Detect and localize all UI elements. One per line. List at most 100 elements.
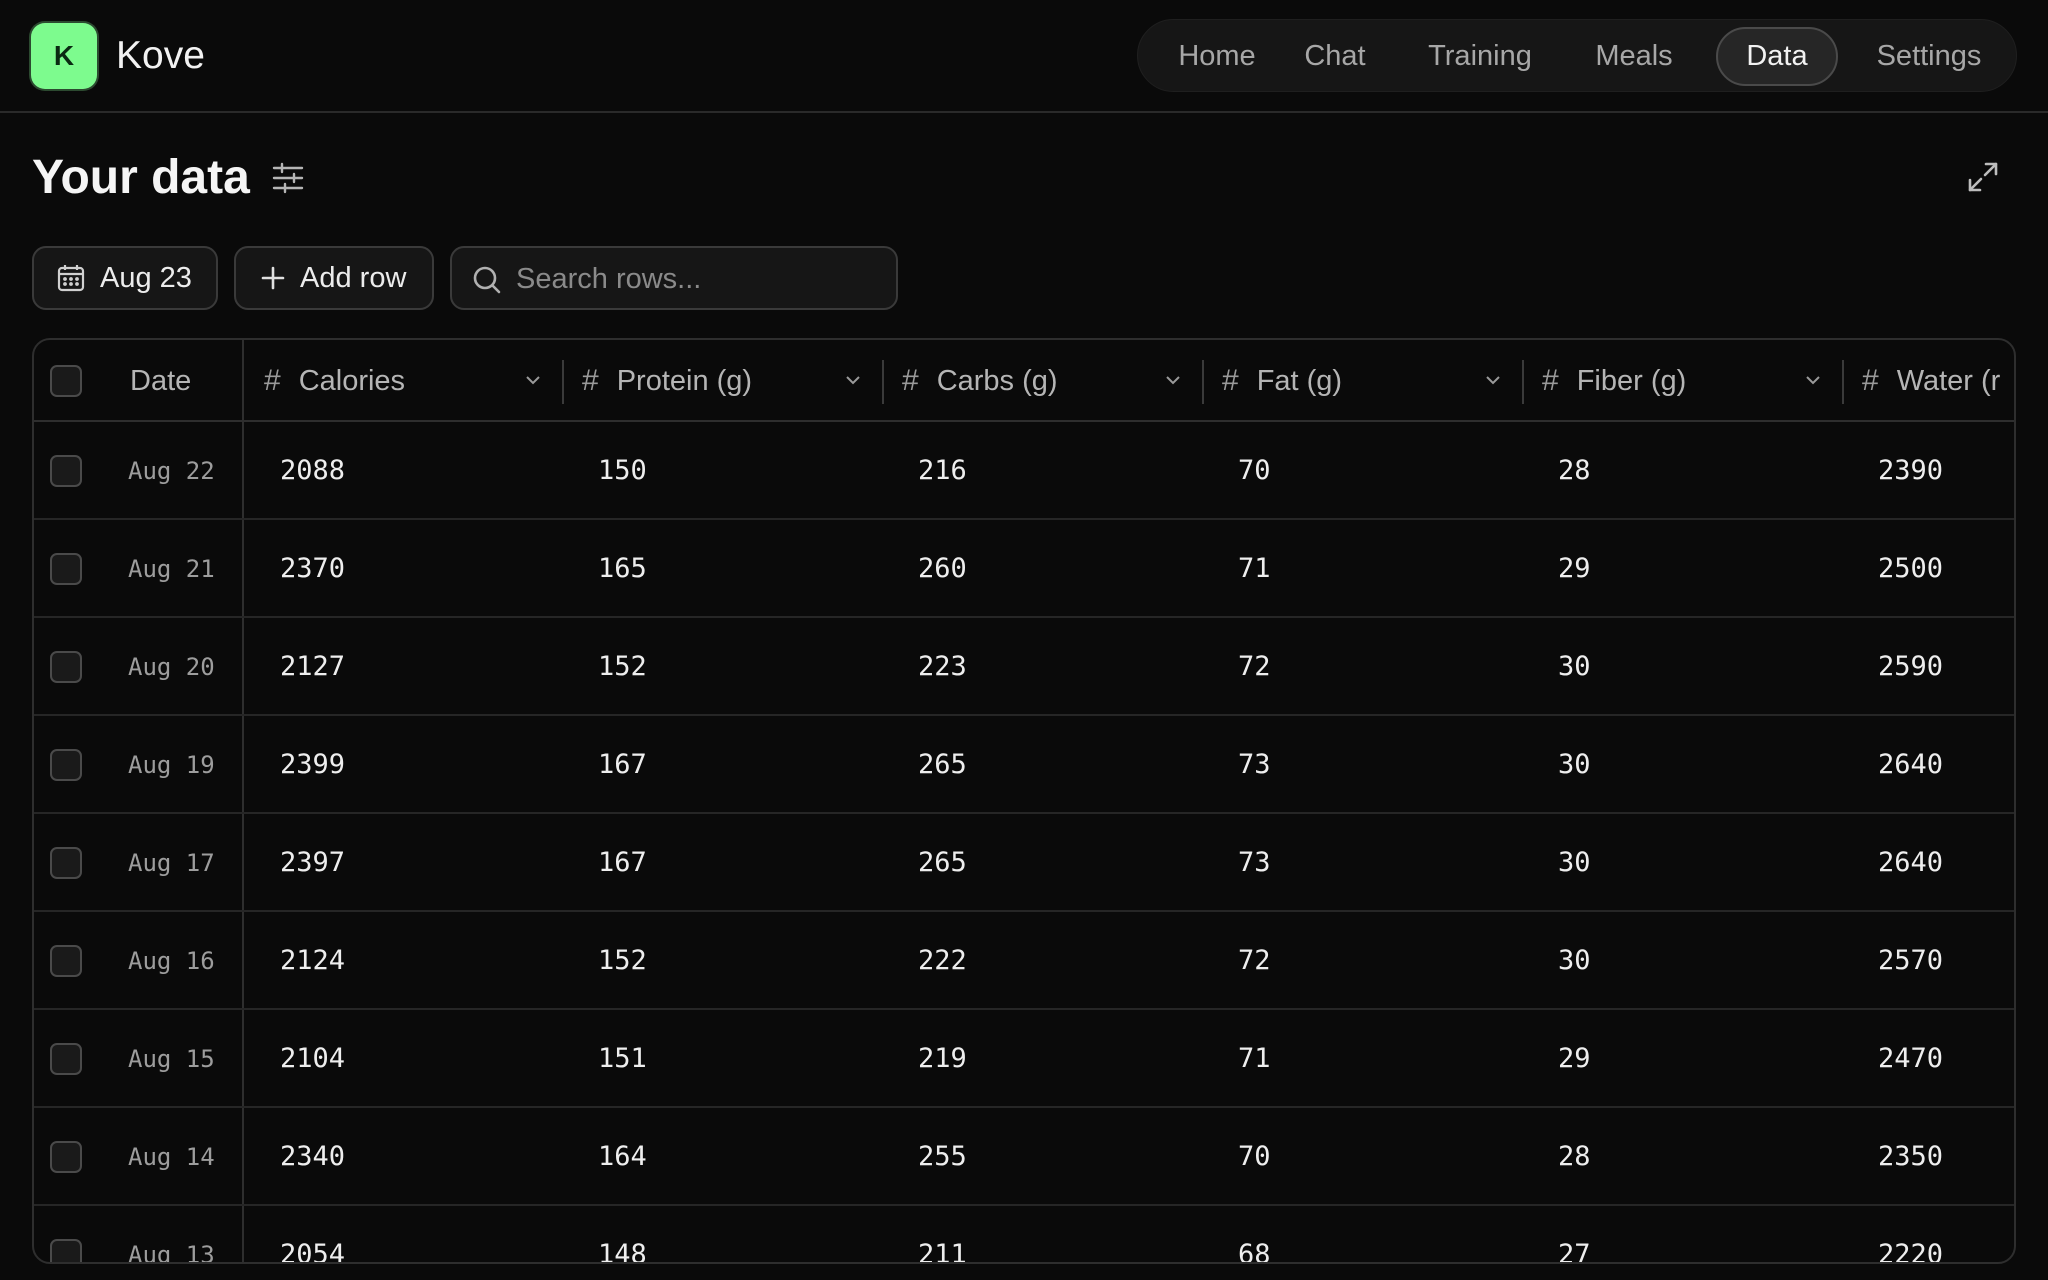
table-cell[interactable]: 30 bbox=[1558, 618, 1591, 716]
row-checkbox[interactable] bbox=[50, 1043, 82, 1075]
table-cell[interactable]: 2127 bbox=[280, 618, 345, 716]
row-checkbox[interactable] bbox=[50, 847, 82, 879]
table-cell[interactable]: 2500 bbox=[1878, 520, 1943, 618]
table-row[interactable]: Aug 15 2104 151 219 71 29 2470 bbox=[34, 1010, 2014, 1108]
table-cell[interactable]: 72 bbox=[1238, 912, 1271, 1010]
table-cell[interactable]: 152 bbox=[598, 912, 647, 1010]
nav-training[interactable]: Training bbox=[1400, 27, 1560, 86]
chevron-down-icon[interactable] bbox=[1164, 371, 1182, 389]
header-date[interactable]: Date bbox=[130, 340, 191, 422]
nav-data[interactable]: Data bbox=[1716, 27, 1838, 86]
table-cell[interactable]: 216 bbox=[918, 422, 967, 520]
add-row-button[interactable]: Add row bbox=[234, 246, 434, 310]
table-cell[interactable]: 27 bbox=[1558, 1206, 1591, 1262]
table-row[interactable]: Aug 17 2397 167 265 73 30 2640 bbox=[34, 814, 2014, 912]
table-cell[interactable]: 222 bbox=[918, 912, 967, 1010]
table-cell[interactable]: 2640 bbox=[1878, 716, 1943, 814]
table-cell[interactable]: 219 bbox=[918, 1010, 967, 1108]
table-cell[interactable]: 71 bbox=[1238, 520, 1271, 618]
column-divider[interactable] bbox=[882, 360, 884, 404]
date-picker-button[interactable]: Aug 23 bbox=[32, 246, 218, 310]
row-checkbox[interactable] bbox=[50, 945, 82, 977]
table-cell[interactable]: 2470 bbox=[1878, 1010, 1943, 1108]
row-checkbox[interactable] bbox=[50, 651, 82, 683]
header-calories[interactable]: # Calories bbox=[264, 340, 564, 422]
header-fiber[interactable]: # Fiber (g) bbox=[1542, 340, 1842, 422]
table-cell[interactable]: 71 bbox=[1238, 1010, 1271, 1108]
chevron-down-icon[interactable] bbox=[524, 371, 542, 389]
nav-meals[interactable]: Meals bbox=[1578, 27, 1690, 86]
table-cell[interactable]: 167 bbox=[598, 814, 647, 912]
app-logo[interactable]: K bbox=[31, 23, 97, 89]
table-cell[interactable]: 28 bbox=[1558, 1108, 1591, 1206]
table-cell[interactable]: 2570 bbox=[1878, 912, 1943, 1010]
table-cell[interactable]: 73 bbox=[1238, 716, 1271, 814]
table-cell[interactable]: 211 bbox=[918, 1206, 967, 1262]
search-input[interactable] bbox=[516, 256, 886, 302]
table-cell[interactable]: 265 bbox=[918, 716, 967, 814]
table-cell[interactable]: 2397 bbox=[280, 814, 345, 912]
table-cell[interactable]: 2220 bbox=[1878, 1206, 1943, 1262]
header-carbs[interactable]: # Carbs (g) bbox=[902, 340, 1202, 422]
table-cell[interactable]: 2370 bbox=[280, 520, 345, 618]
table-cell[interactable]: 2350 bbox=[1878, 1108, 1943, 1206]
row-checkbox[interactable] bbox=[50, 749, 82, 781]
table-cell[interactable]: 2104 bbox=[280, 1010, 345, 1108]
table-cell[interactable]: 165 bbox=[598, 520, 647, 618]
table-cell[interactable]: 30 bbox=[1558, 912, 1591, 1010]
table-cell[interactable]: 2390 bbox=[1878, 422, 1943, 520]
table-cell[interactable]: 265 bbox=[918, 814, 967, 912]
table-cell[interactable]: 260 bbox=[918, 520, 967, 618]
row-checkbox[interactable] bbox=[50, 1239, 82, 1262]
table-cell[interactable]: 73 bbox=[1238, 814, 1271, 912]
sliders-icon[interactable] bbox=[270, 160, 306, 196]
row-checkbox[interactable] bbox=[50, 1141, 82, 1173]
row-checkbox[interactable] bbox=[50, 455, 82, 487]
table-cell[interactable]: 30 bbox=[1558, 716, 1591, 814]
table-cell[interactable]: 2640 bbox=[1878, 814, 1943, 912]
nav-home[interactable]: Home bbox=[1158, 27, 1276, 86]
table-row[interactable]: Aug 14 2340 164 255 70 28 2350 bbox=[34, 1108, 2014, 1206]
nav-chat[interactable]: Chat bbox=[1288, 27, 1382, 86]
table-row[interactable]: Aug 16 2124 152 222 72 30 2570 bbox=[34, 912, 2014, 1010]
select-all-checkbox[interactable] bbox=[50, 365, 82, 397]
table-cell[interactable]: 2088 bbox=[280, 422, 345, 520]
table-cell[interactable]: 72 bbox=[1238, 618, 1271, 716]
table-cell[interactable]: 151 bbox=[598, 1010, 647, 1108]
column-divider[interactable] bbox=[1842, 360, 1844, 404]
header-fat[interactable]: # Fat (g) bbox=[1222, 340, 1522, 422]
table-cell[interactable]: 164 bbox=[598, 1108, 647, 1206]
table-cell[interactable]: 2340 bbox=[280, 1108, 345, 1206]
expand-icon[interactable] bbox=[1966, 160, 2000, 194]
table-cell[interactable]: 2590 bbox=[1878, 618, 1943, 716]
header-protein[interactable]: # Protein (g) bbox=[582, 340, 882, 422]
table-cell[interactable]: 2054 bbox=[280, 1206, 345, 1262]
nav-settings[interactable]: Settings bbox=[1856, 27, 2002, 86]
table-cell[interactable]: 150 bbox=[598, 422, 647, 520]
table-cell[interactable]: 167 bbox=[598, 716, 647, 814]
table-cell[interactable]: 70 bbox=[1238, 422, 1271, 520]
table-cell[interactable]: 30 bbox=[1558, 814, 1591, 912]
chevron-down-icon[interactable] bbox=[1804, 371, 1822, 389]
table-row[interactable]: Aug 21 2370 165 260 71 29 2500 bbox=[34, 520, 2014, 618]
column-divider[interactable] bbox=[1522, 360, 1524, 404]
table-cell[interactable]: 148 bbox=[598, 1206, 647, 1262]
table-cell[interactable]: 152 bbox=[598, 618, 647, 716]
table-row[interactable]: Aug 22 2088 150 216 70 28 2390 bbox=[34, 422, 2014, 520]
table-row[interactable]: Aug 20 2127 152 223 72 30 2590 bbox=[34, 618, 2014, 716]
row-checkbox[interactable] bbox=[50, 553, 82, 585]
column-divider[interactable] bbox=[562, 360, 564, 404]
table-cell[interactable]: 29 bbox=[1558, 1010, 1591, 1108]
table-cell[interactable]: 68 bbox=[1238, 1206, 1271, 1262]
chevron-down-icon[interactable] bbox=[1484, 371, 1502, 389]
table-cell[interactable]: 2399 bbox=[280, 716, 345, 814]
header-water[interactable]: # Water (r bbox=[1862, 340, 2014, 422]
chevron-down-icon[interactable] bbox=[844, 371, 862, 389]
table-cell[interactable]: 28 bbox=[1558, 422, 1591, 520]
table-cell[interactable]: 29 bbox=[1558, 520, 1591, 618]
table-cell[interactable]: 70 bbox=[1238, 1108, 1271, 1206]
table-cell[interactable]: 255 bbox=[918, 1108, 967, 1206]
table-row[interactable]: Aug 13 2054 148 211 68 27 2220 bbox=[34, 1206, 2014, 1262]
table-row[interactable]: Aug 19 2399 167 265 73 30 2640 bbox=[34, 716, 2014, 814]
table-cell[interactable]: 2124 bbox=[280, 912, 345, 1010]
